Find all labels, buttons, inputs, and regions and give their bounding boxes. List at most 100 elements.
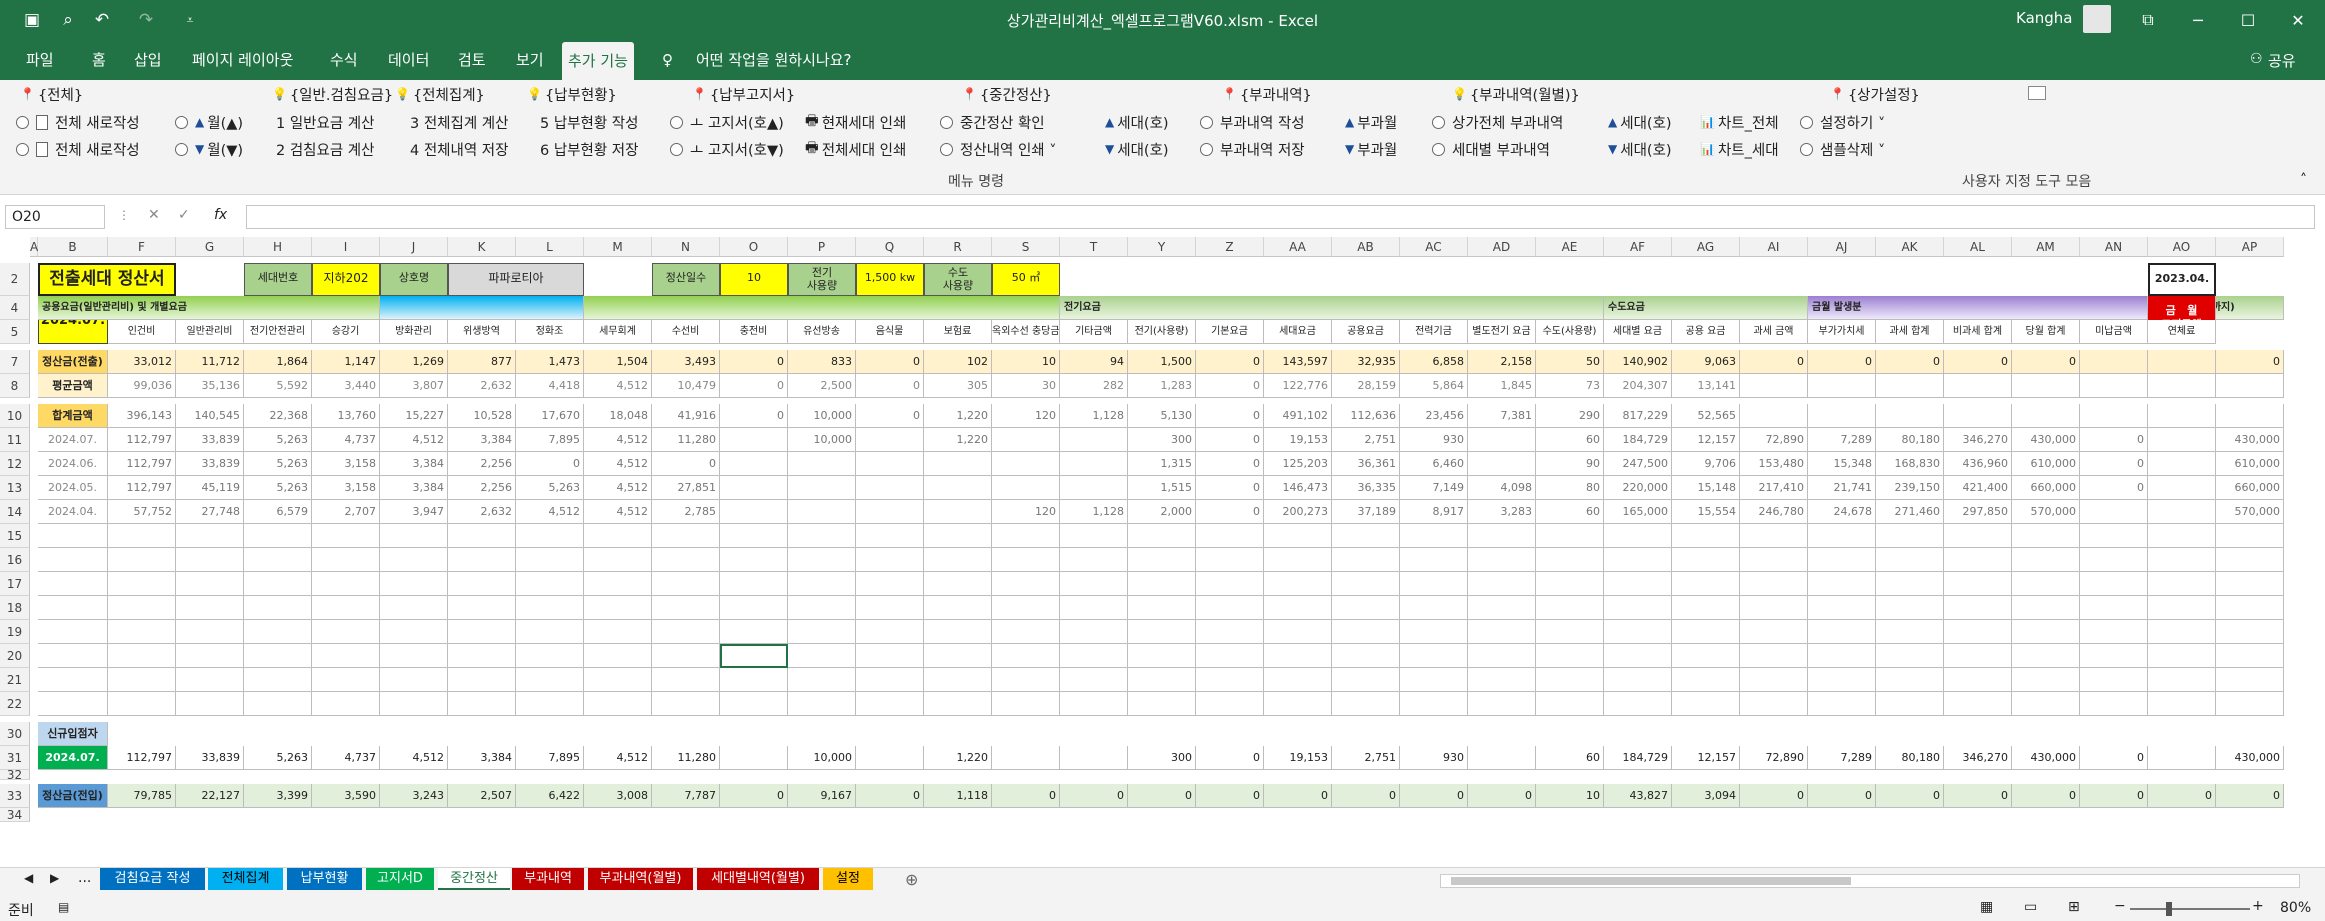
- empty-cell[interactable]: [38, 548, 108, 572]
- empty-cell[interactable]: [1740, 668, 1808, 692]
- empty-cell[interactable]: [176, 524, 244, 548]
- col-header-G[interactable]: G: [176, 237, 244, 257]
- empty-cell[interactable]: [1672, 644, 1740, 668]
- col-header-Q[interactable]: Q: [856, 237, 924, 257]
- empty-cell[interactable]: [380, 644, 448, 668]
- empty-cell[interactable]: [2216, 572, 2284, 596]
- empty-cell[interactable]: [720, 572, 788, 596]
- col-header-B[interactable]: B: [38, 237, 108, 257]
- empty-cell[interactable]: [380, 596, 448, 620]
- empty-cell[interactable]: [1264, 524, 1332, 548]
- empty-cell[interactable]: [1536, 596, 1604, 620]
- ribbon-item-26[interactable]: 부과내역 저장: [1200, 138, 1305, 160]
- radio-icon[interactable]: [175, 115, 188, 129]
- empty-cell[interactable]: [584, 644, 652, 668]
- empty-cell[interactable]: [448, 644, 516, 668]
- empty-cell[interactable]: [1400, 692, 1468, 716]
- empty-cell[interactable]: [1468, 692, 1536, 716]
- tab-5[interactable]: 데이터: [382, 40, 435, 80]
- empty-cell[interactable]: [720, 668, 788, 692]
- ribbon-item-14[interactable]: 📍 {납부고지서}: [692, 83, 795, 105]
- col-header-AE[interactable]: AE: [1536, 237, 1604, 257]
- empty-cell[interactable]: [448, 524, 516, 548]
- radio-icon[interactable]: [16, 142, 29, 156]
- empty-cell[interactable]: [380, 620, 448, 644]
- col-header-AK[interactable]: AK: [1876, 237, 1944, 257]
- col-header-A[interactable]: A: [30, 237, 38, 257]
- empty-cell[interactable]: [1060, 596, 1128, 620]
- empty-cell[interactable]: [2216, 644, 2284, 668]
- empty-cell[interactable]: [2012, 644, 2080, 668]
- empty-cell[interactable]: [2012, 548, 2080, 572]
- tab-9[interactable]: 어떤 작업을 원하시나요?: [690, 40, 858, 80]
- row-header-16[interactable]: 16: [0, 548, 30, 572]
- formula-menu-icon[interactable]: ⋮: [118, 208, 130, 222]
- empty-cell[interactable]: [38, 692, 108, 716]
- formula-input[interactable]: [246, 205, 2315, 229]
- ribbon-item-15[interactable]: ㅗ 고지서(호▲): [670, 111, 784, 133]
- empty-cell[interactable]: [244, 524, 312, 548]
- empty-cell[interactable]: [1332, 692, 1400, 716]
- empty-cell[interactable]: [312, 596, 380, 620]
- empty-cell[interactable]: [1264, 596, 1332, 620]
- empty-cell[interactable]: [244, 644, 312, 668]
- empty-cell[interactable]: [1060, 572, 1128, 596]
- col-header-K[interactable]: K: [448, 237, 516, 257]
- radio-icon[interactable]: [16, 115, 29, 129]
- empty-cell[interactable]: [1944, 644, 2012, 668]
- empty-cell[interactable]: [380, 548, 448, 572]
- empty-cell[interactable]: [652, 644, 720, 668]
- empty-cell[interactable]: [788, 668, 856, 692]
- row-header-33[interactable]: 33: [0, 784, 30, 808]
- empty-cell[interactable]: [1876, 692, 1944, 716]
- ribbon-item-33[interactable]: ▼ 세대(호): [1608, 138, 1672, 160]
- empty-cell[interactable]: [856, 524, 924, 548]
- empty-cell[interactable]: [584, 692, 652, 716]
- empty-cell[interactable]: [1468, 548, 1536, 572]
- empty-cell[interactable]: [2216, 668, 2284, 692]
- empty-cell[interactable]: [1808, 548, 1876, 572]
- empty-cell[interactable]: [1332, 596, 1400, 620]
- name-box[interactable]: O20: [5, 205, 105, 229]
- sheet-tab-6[interactable]: 부과내역(월별): [588, 868, 693, 890]
- cancel-icon[interactable]: ✕: [148, 207, 160, 223]
- empty-cell[interactable]: [1196, 668, 1264, 692]
- empty-cell[interactable]: [516, 596, 584, 620]
- ribbon-item-30[interactable]: 상가전체 부과내역: [1432, 111, 1563, 133]
- empty-cell[interactable]: [1944, 668, 2012, 692]
- empty-cell[interactable]: [244, 572, 312, 596]
- empty-cell[interactable]: [380, 668, 448, 692]
- empty-cell[interactable]: [1876, 572, 1944, 596]
- empty-cell[interactable]: [2148, 668, 2216, 692]
- horizontal-scrollbar[interactable]: [1440, 874, 2300, 888]
- sheet-tab-3[interactable]: 고지서D: [366, 868, 434, 890]
- empty-cell[interactable]: [1400, 668, 1468, 692]
- empty-cell[interactable]: [1332, 548, 1400, 572]
- empty-cell[interactable]: [720, 692, 788, 716]
- empty-cell[interactable]: [924, 692, 992, 716]
- row-header-32[interactable]: 32: [0, 769, 30, 781]
- empty-cell[interactable]: [1264, 572, 1332, 596]
- col-header-P[interactable]: P: [788, 237, 856, 257]
- radio-icon[interactable]: [1432, 115, 1445, 129]
- row-header-30[interactable]: 30: [0, 722, 30, 746]
- ribbon-item-21[interactable]: 정산내역 인쇄 ˅: [940, 138, 1057, 160]
- empty-cell[interactable]: [2080, 596, 2148, 620]
- sheet-tab-2[interactable]: 납부현황: [287, 868, 362, 890]
- radio-icon[interactable]: [940, 115, 953, 129]
- empty-cell[interactable]: [2148, 620, 2216, 644]
- empty-cell[interactable]: [1128, 524, 1196, 548]
- empty-cell[interactable]: [2012, 572, 2080, 596]
- empty-cell[interactable]: [1196, 620, 1264, 644]
- empty-cell[interactable]: [1196, 548, 1264, 572]
- empty-cell[interactable]: [2080, 548, 2148, 572]
- ribbon-item-29[interactable]: 💡 {부과내역(월별)}: [1452, 83, 1580, 105]
- empty-cell[interactable]: [1604, 596, 1672, 620]
- ribbon-item-17[interactable]: 🖶 현재세대 인쇄: [805, 111, 906, 133]
- empty-cell[interactable]: [1808, 596, 1876, 620]
- row-header-8[interactable]: 8: [0, 374, 30, 398]
- empty-cell[interactable]: [720, 596, 788, 620]
- col-header-AM[interactable]: AM: [2012, 237, 2080, 257]
- empty-cell[interactable]: [108, 692, 176, 716]
- col-header-T[interactable]: T: [1060, 237, 1128, 257]
